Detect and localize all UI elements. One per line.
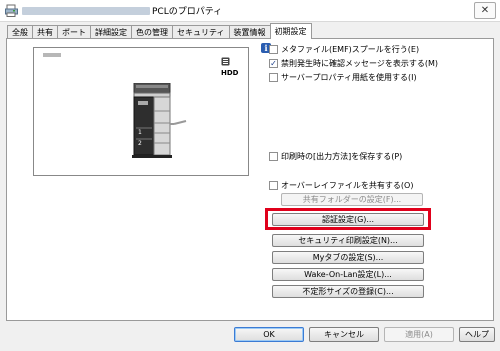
model-name-redacted <box>43 53 61 57</box>
checkbox-server-paper[interactable]: サーバープロパティ用紙を使用する(I) <box>269 72 417 83</box>
close-button[interactable]: ✕ <box>474 2 496 19</box>
title-printer-name-redacted <box>22 7 150 15</box>
ok-button[interactable]: OK <box>234 327 304 342</box>
tab-default-settings[interactable]: 初期設定 <box>269 23 312 39</box>
shared-folder-settings-button[interactable]: 共有フォルダーの設定(F)... <box>281 193 423 206</box>
printer-illustration: 1 2 <box>132 83 187 158</box>
help-button[interactable]: ヘルプ <box>459 327 495 342</box>
auth-settings-button[interactable]: 認証設定(G)... <box>272 213 424 226</box>
checkbox-box[interactable] <box>269 73 278 82</box>
tab-bar: 全般 共有 ポート 詳細設定 色の管理 セキュリティ 装置情報 初期設定 <box>7 23 312 39</box>
tab-device-info[interactable]: 装置情報 <box>228 25 271 39</box>
security-print-settings-button[interactable]: セキュリティ印刷設定(N)... <box>272 234 424 247</box>
checkbox-confirm-message[interactable]: ✓ 禁則発生時に確認メッセージを表示する(M) <box>269 58 438 69</box>
disk-icon <box>221 57 230 66</box>
title-bar: PCLのプロパティ ✕ <box>0 0 500 22</box>
checkbox-box[interactable]: ✓ <box>269 59 278 68</box>
custom-size-register-button[interactable]: 不定形サイズの登録(C)... <box>272 285 424 298</box>
checkbox-box[interactable] <box>269 152 278 161</box>
tab-advanced[interactable]: 詳細設定 <box>90 25 132 39</box>
tab-general[interactable]: 全般 <box>7 25 33 39</box>
checkbox-label: 禁則発生時に確認メッセージを表示する(M) <box>281 59 438 68</box>
tab-page-default-settings: HDD 1 2 i メタファイル(EMF)スプールを行う(E) ✓ 禁則発生時に… <box>6 38 494 321</box>
checkbox-save-output-method[interactable]: 印刷時の[出力方法]を保存する(P) <box>269 151 402 162</box>
hdd-icon: HDD <box>221 57 245 77</box>
checkbox-share-overlay[interactable]: オーバーレイファイルを共有する(O) <box>269 180 413 191</box>
checkbox-box[interactable] <box>269 45 278 54</box>
wake-on-lan-settings-button[interactable]: Wake-On-Lan設定(L)... <box>272 268 424 281</box>
checkbox-box[interactable] <box>269 181 278 190</box>
tray-2-label: 2 <box>138 140 142 147</box>
window-title: PCLのプロパティ <box>152 7 223 17</box>
tab-sharing[interactable]: 共有 <box>32 25 58 39</box>
checkbox-label: サーバープロパティ用紙を使用する(I) <box>281 73 417 82</box>
tray-1-label: 1 <box>138 129 142 136</box>
checkbox-emf-spool[interactable]: メタファイル(EMF)スプールを行う(E) <box>269 44 419 55</box>
checkbox-label: メタファイル(EMF)スプールを行う(E) <box>281 45 420 54</box>
tab-ports[interactable]: ポート <box>57 25 91 39</box>
mytab-settings-button[interactable]: Myタブの設定(S)... <box>272 251 424 264</box>
tab-color-management[interactable]: 色の管理 <box>131 25 173 39</box>
printer-app-icon <box>5 4 18 17</box>
device-preview: HDD 1 2 <box>33 47 249 176</box>
cancel-button[interactable]: キャンセル <box>309 327 379 342</box>
tab-security[interactable]: セキュリティ <box>172 25 230 39</box>
checkbox-label: 印刷時の[出力方法]を保存する(P) <box>281 152 403 161</box>
hdd-label: HDD <box>221 69 239 77</box>
checkbox-label: オーバーレイファイルを共有する(O) <box>281 181 414 190</box>
apply-button[interactable]: 適用(A) <box>384 327 454 342</box>
